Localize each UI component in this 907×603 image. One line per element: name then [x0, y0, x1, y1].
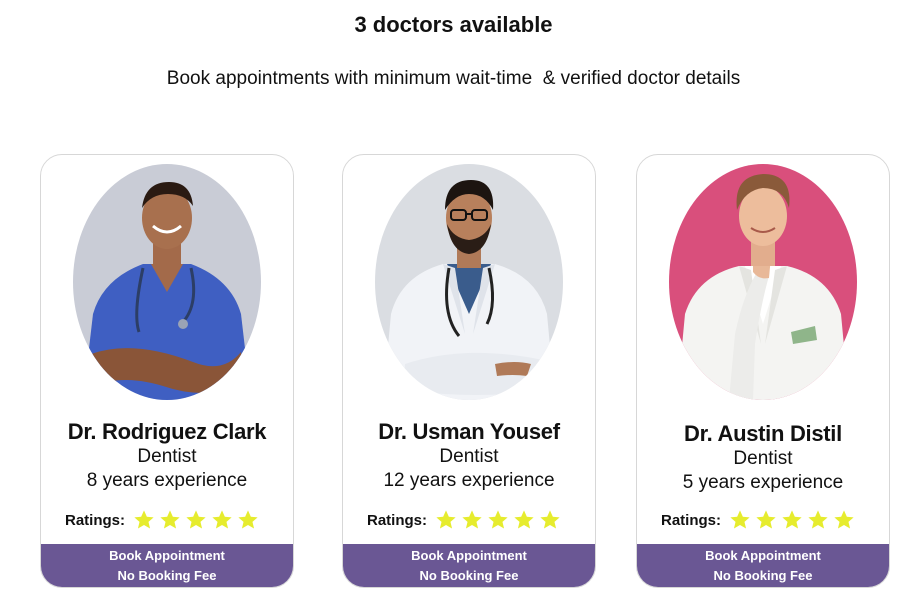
doctor-specialty: Dentist — [439, 446, 499, 467]
star-icon — [781, 509, 803, 531]
star-icon — [435, 509, 457, 531]
doctor-name: Dr. Usman Yousef — [378, 419, 560, 444]
doctor-photo — [375, 164, 563, 400]
book-appointment-label: Book Appointment — [109, 548, 225, 563]
star-icon — [539, 509, 561, 531]
no-booking-fee-label: No Booking Fee — [419, 568, 519, 583]
book-appointment-button[interactable]: Book Appointment No Booking Fee — [637, 544, 889, 587]
doctor-photo — [73, 164, 261, 400]
star-icon — [513, 509, 535, 531]
star-icon — [237, 509, 259, 531]
ratings-label: Ratings: — [661, 511, 721, 529]
book-appointment-button[interactable]: Book Appointment No Booking Fee — [41, 544, 293, 587]
page-title: 3 doctors available — [354, 12, 553, 37]
no-booking-fee-label: No Booking Fee — [117, 568, 217, 583]
doctor-name: Dr. Austin Distil — [684, 421, 842, 446]
star-icon — [833, 509, 855, 531]
doctors-page: 3 doctors available Book appointments wi… — [0, 0, 907, 603]
doctor-photo — [669, 164, 857, 400]
doctor-specialty: Dentist — [137, 446, 197, 467]
book-appointment-label: Book Appointment — [705, 548, 821, 563]
page-subtitle: Book appointments with minimum wait-time… — [166, 68, 741, 89]
book-appointment-button[interactable]: Book Appointment No Booking Fee — [343, 544, 595, 587]
ratings: Ratings: — [65, 509, 263, 531]
star-icon — [185, 509, 207, 531]
no-booking-fee-label: No Booking Fee — [713, 568, 813, 583]
doctor-card[interactable]: Dr. Austin Distil Dentist 5 years experi… — [636, 154, 890, 588]
doctor-experience: 8 years experience — [86, 470, 248, 491]
star-icon — [133, 509, 155, 531]
ratings-label: Ratings: — [367, 511, 427, 529]
doctor-name: Dr. Rodriguez Clark — [67, 419, 267, 444]
doctor-experience: 12 years experience — [383, 470, 555, 491]
ratings-label: Ratings: — [65, 511, 125, 529]
doctor-specialty: Dentist — [733, 448, 793, 469]
doctor-card[interactable]: Dr. Usman Yousef Dentist 12 years experi… — [342, 154, 596, 588]
ratings: Ratings: — [367, 509, 565, 531]
star-icon — [461, 509, 483, 531]
star-icon — [487, 509, 509, 531]
doctor-experience: 5 years experience — [682, 472, 844, 493]
star-icon — [755, 509, 777, 531]
ratings: Ratings: — [661, 509, 859, 531]
star-icon — [807, 509, 829, 531]
star-icon — [729, 509, 751, 531]
book-appointment-label: Book Appointment — [411, 548, 527, 563]
doctor-card[interactable]: Dr. Rodriguez Clark Dentist 8 years expe… — [40, 154, 294, 588]
star-icon — [211, 509, 233, 531]
star-icon — [159, 509, 181, 531]
